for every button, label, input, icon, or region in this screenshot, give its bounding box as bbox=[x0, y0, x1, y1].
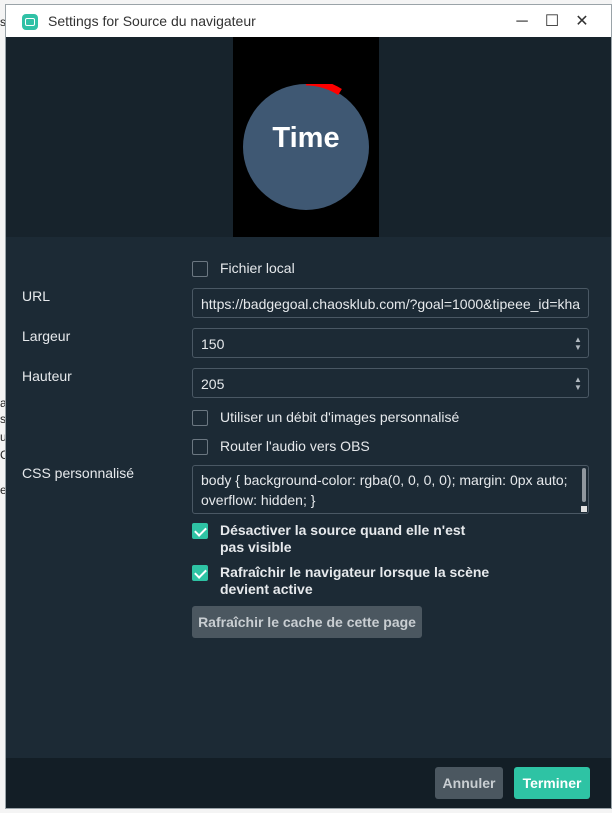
refresh-label-line1: Rafraîchir le navigateur lorsque la scèn… bbox=[220, 564, 490, 580]
title-bar[interactable]: Settings for Source du navigateur ─ ☐ ✕ bbox=[6, 5, 611, 37]
url-label: URL bbox=[22, 288, 51, 304]
done-button[interactable]: Terminer bbox=[514, 767, 590, 799]
width-value: 150 bbox=[201, 336, 225, 352]
height-value: 205 bbox=[201, 376, 225, 392]
custom-fps-checkbox[interactable] bbox=[192, 410, 208, 426]
refresh-on-active-label: Rafraîchir le navigateur lorsque la scèn… bbox=[220, 564, 489, 598]
settings-form: Fichier local URL https://badgegoal.chao… bbox=[6, 237, 611, 762]
textarea-scrollbar[interactable] bbox=[582, 468, 586, 502]
shutdown-label-line2: pas visible bbox=[220, 539, 292, 555]
resize-grip-icon[interactable] bbox=[581, 506, 587, 512]
minimize-icon[interactable]: ─ bbox=[508, 8, 536, 36]
progress-arc bbox=[305, 84, 342, 96]
window-title: Settings for Source du navigateur bbox=[48, 13, 256, 29]
obs-app-icon bbox=[22, 14, 38, 30]
height-spinbox[interactable]: 205 ▲ ▼ bbox=[192, 368, 589, 398]
url-input[interactable]: https://badgegoal.chaosklub.com/?goal=10… bbox=[192, 288, 589, 318]
route-audio-label: Router l'audio vers OBS bbox=[220, 438, 370, 454]
spinner-arrows-icon[interactable]: ▲ ▼ bbox=[574, 376, 582, 392]
source-preview-canvas: Time bbox=[233, 37, 379, 237]
refresh-cache-button[interactable]: Rafraîchir le cache de cette page bbox=[192, 606, 422, 638]
cancel-button[interactable]: Annuler bbox=[435, 767, 503, 799]
refresh-label-line2: devient active bbox=[220, 581, 313, 597]
close-icon[interactable]: ✕ bbox=[568, 8, 596, 36]
local-file-label: Fichier local bbox=[220, 260, 295, 276]
width-label: Largeur bbox=[22, 328, 71, 344]
source-preview-area: Time bbox=[6, 37, 611, 237]
custom-css-value: body { background-color: rgba(0, 0, 0, 0… bbox=[201, 472, 568, 508]
spinner-arrows-icon[interactable]: ▲ ▼ bbox=[574, 336, 582, 352]
maximize-icon[interactable]: ☐ bbox=[538, 8, 566, 36]
custom-css-label: CSS personnalisé bbox=[22, 465, 135, 481]
shutdown-when-hidden-label: Désactiver la source quand elle n'est pa… bbox=[220, 522, 465, 556]
local-file-checkbox[interactable] bbox=[192, 261, 208, 277]
route-audio-checkbox[interactable] bbox=[192, 439, 208, 455]
refresh-on-active-checkbox[interactable] bbox=[192, 565, 208, 581]
height-label: Hauteur bbox=[22, 368, 72, 384]
shutdown-when-hidden-checkbox[interactable] bbox=[192, 523, 208, 539]
custom-fps-label: Utiliser un débit d'images personnalisé bbox=[220, 409, 460, 425]
dialog-footer: Annuler Terminer bbox=[6, 758, 611, 808]
browser-source-settings-window: Settings for Source du navigateur ─ ☐ ✕ … bbox=[6, 5, 611, 808]
shutdown-label-line1: Désactiver la source quand elle n'est bbox=[220, 522, 466, 538]
width-spinbox[interactable]: 150 ▲ ▼ bbox=[192, 328, 589, 358]
custom-css-textarea[interactable]: body { background-color: rgba(0, 0, 0, 0… bbox=[192, 465, 589, 514]
